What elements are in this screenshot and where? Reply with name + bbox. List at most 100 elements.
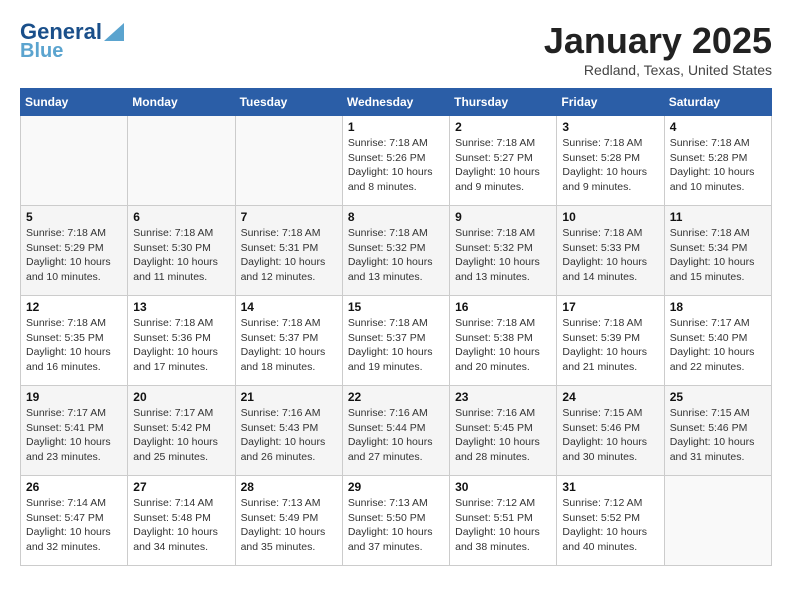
calendar-day-10: 10Sunrise: 7:18 AMSunset: 5:33 PMDayligh… (557, 206, 664, 296)
day-number: 25 (670, 390, 766, 404)
day-number: 3 (562, 120, 658, 134)
day-number: 20 (133, 390, 229, 404)
day-info: Sunrise: 7:18 AMSunset: 5:28 PMDaylight:… (670, 136, 766, 195)
calendar-day-30: 30 Sunrise: 7:12 AMSunset: 5:51 PMDayligh… (450, 476, 557, 566)
day-number: 24 (562, 390, 658, 404)
day-info: Sunrise: 7:18 AMSunset: 5:26 PMDaylight:… (348, 136, 444, 195)
day-info: Sunrise: 7:16 AMSunset: 5:45 PMDaylight:… (455, 406, 551, 465)
logo: General Blue (20, 20, 124, 62)
day-number: 30 (455, 480, 551, 494)
month-title: January 2025 (544, 20, 772, 62)
day-info: Sunrise: 7:16 AMSunset: 5:43 PMDaylight:… (241, 406, 337, 465)
empty-day-cell (21, 116, 128, 206)
calendar-day-5: 5 Sunrise: 7:18 AMSunset: 5:29 PMDaylight… (21, 206, 128, 296)
weekday-header-monday: Monday (128, 89, 235, 116)
calendar-week-row: 5 Sunrise: 7:18 AMSunset: 5:29 PMDaylight… (21, 206, 772, 296)
day-info: Sunrise: 7:18 AMSunset: 5:37 PMDaylight:… (241, 316, 337, 375)
calendar-week-row: 1Sunrise: 7:18 AMSunset: 5:26 PMDaylight… (21, 116, 772, 206)
calendar-week-row: 19Sunrise: 7:17 AMSunset: 5:41 PMDayligh… (21, 386, 772, 476)
day-info: Sunrise: 7:15 AMSunset: 5:46 PMDaylight:… (562, 406, 658, 465)
day-info: Sunrise: 7:18 AMSunset: 5:39 PMDaylight:… (562, 316, 658, 375)
day-number: 4 (670, 120, 766, 134)
day-number: 23 (455, 390, 551, 404)
day-info: Sunrise: 7:18 AMSunset: 5:37 PMDaylight:… (348, 316, 444, 375)
day-number: 14 (241, 300, 337, 314)
title-block: January 2025 Redland, Texas, United Stat… (544, 20, 772, 78)
day-info: Sunrise: 7:16 AMSunset: 5:44 PMDaylight:… (348, 406, 444, 465)
calendar-day-15: 15 Sunrise: 7:18 AMSunset: 5:37 PMDayligh… (342, 296, 449, 386)
day-number: 15 (348, 300, 444, 314)
day-info: Sunrise: 7:14 AMSunset: 5:47 PMDaylight:… (26, 496, 122, 555)
day-info: Sunrise: 7:18 AMSunset: 5:28 PMDaylight:… (562, 136, 658, 195)
page-header: General Blue January 2025 Redland, Texas… (20, 20, 772, 78)
day-number: 10 (562, 210, 658, 224)
logo-blue-text: Blue (20, 40, 63, 62)
calendar-day-7: 7 Sunrise: 7:18 AMSunset: 5:31 PMDaylight… (235, 206, 342, 296)
calendar-week-row: 26 Sunrise: 7:14 AMSunset: 5:47 PMDayligh… (21, 476, 772, 566)
empty-day-cell (235, 116, 342, 206)
day-info: Sunrise: 7:18 AMSunset: 5:38 PMDaylight:… (455, 316, 551, 375)
day-number: 31 (562, 480, 658, 494)
day-number: 5 (26, 210, 122, 224)
location: Redland, Texas, United States (544, 62, 772, 78)
day-number: 6 (133, 210, 229, 224)
day-number: 9 (455, 210, 551, 224)
day-info: Sunrise: 7:18 AMSunset: 5:32 PMDaylight:… (455, 226, 551, 285)
day-number: 16 (455, 300, 551, 314)
calendar-day-3: 3 Sunrise: 7:18 AMSunset: 5:28 PMDaylight… (557, 116, 664, 206)
calendar-day-24: 24 Sunrise: 7:15 AMSunset: 5:46 PMDayligh… (557, 386, 664, 476)
calendar-day-8: 8 Sunrise: 7:18 AMSunset: 5:32 PMDaylight… (342, 206, 449, 296)
day-info: Sunrise: 7:13 AMSunset: 5:50 PMDaylight:… (348, 496, 444, 555)
day-info: Sunrise: 7:18 AMSunset: 5:29 PMDaylight:… (26, 226, 122, 285)
day-number: 21 (241, 390, 337, 404)
calendar-day-14: 14 Sunrise: 7:18 AMSunset: 5:37 PMDayligh… (235, 296, 342, 386)
calendar-day-20: 20Sunrise: 7:17 AMSunset: 5:42 PMDayligh… (128, 386, 235, 476)
day-info: Sunrise: 7:15 AMSunset: 5:46 PMDaylight:… (670, 406, 766, 465)
day-number: 7 (241, 210, 337, 224)
day-number: 17 (562, 300, 658, 314)
calendar-day-21: 21 Sunrise: 7:16 AMSunset: 5:43 PMDayligh… (235, 386, 342, 476)
calendar-week-row: 12Sunrise: 7:18 AMSunset: 5:35 PMDayligh… (21, 296, 772, 386)
weekday-header-saturday: Saturday (664, 89, 771, 116)
day-number: 22 (348, 390, 444, 404)
calendar-day-9: 9 Sunrise: 7:18 AMSunset: 5:32 PMDaylight… (450, 206, 557, 296)
calendar-day-6: 6 Sunrise: 7:18 AMSunset: 5:30 PMDaylight… (128, 206, 235, 296)
calendar-day-17: 17 Sunrise: 7:18 AMSunset: 5:39 PMDayligh… (557, 296, 664, 386)
day-info: Sunrise: 7:13 AMSunset: 5:49 PMDaylight:… (241, 496, 337, 555)
calendar-day-26: 26 Sunrise: 7:14 AMSunset: 5:47 PMDayligh… (21, 476, 128, 566)
day-number: 12 (26, 300, 122, 314)
day-info: Sunrise: 7:18 AMSunset: 5:31 PMDaylight:… (241, 226, 337, 285)
weekday-header-thursday: Thursday (450, 89, 557, 116)
calendar-day-18: 18 Sunrise: 7:17 AMSunset: 5:40 PMDayligh… (664, 296, 771, 386)
calendar-day-16: 16 Sunrise: 7:18 AMSunset: 5:38 PMDayligh… (450, 296, 557, 386)
calendar-day-4: 4 Sunrise: 7:18 AMSunset: 5:28 PMDaylight… (664, 116, 771, 206)
day-number: 2 (455, 120, 551, 134)
day-info: Sunrise: 7:12 AMSunset: 5:52 PMDaylight:… (562, 496, 658, 555)
empty-day-cell (128, 116, 235, 206)
calendar-day-12: 12Sunrise: 7:18 AMSunset: 5:35 PMDayligh… (21, 296, 128, 386)
day-number: 28 (241, 480, 337, 494)
weekday-header-sunday: Sunday (21, 89, 128, 116)
weekday-header-wednesday: Wednesday (342, 89, 449, 116)
day-number: 18 (670, 300, 766, 314)
day-info: Sunrise: 7:18 AMSunset: 5:32 PMDaylight:… (348, 226, 444, 285)
day-info: Sunrise: 7:18 AMSunset: 5:36 PMDaylight:… (133, 316, 229, 375)
calendar-day-19: 19Sunrise: 7:17 AMSunset: 5:41 PMDayligh… (21, 386, 128, 476)
day-info: Sunrise: 7:12 AMSunset: 5:51 PMDaylight:… (455, 496, 551, 555)
calendar-day-29: 29Sunrise: 7:13 AMSunset: 5:50 PMDayligh… (342, 476, 449, 566)
logo-icon (104, 23, 124, 41)
calendar-day-23: 23 Sunrise: 7:16 AMSunset: 5:45 PMDayligh… (450, 386, 557, 476)
day-number: 11 (670, 210, 766, 224)
empty-day-cell (664, 476, 771, 566)
calendar-day-2: 2Sunrise: 7:18 AMSunset: 5:27 PMDaylight… (450, 116, 557, 206)
day-number: 26 (26, 480, 122, 494)
calendar-day-28: 28 Sunrise: 7:13 AMSunset: 5:49 PMDayligh… (235, 476, 342, 566)
day-info: Sunrise: 7:18 AMSunset: 5:30 PMDaylight:… (133, 226, 229, 285)
day-info: Sunrise: 7:17 AMSunset: 5:40 PMDaylight:… (670, 316, 766, 375)
day-number: 8 (348, 210, 444, 224)
calendar-day-13: 13Sunrise: 7:18 AMSunset: 5:36 PMDayligh… (128, 296, 235, 386)
calendar-day-22: 22 Sunrise: 7:16 AMSunset: 5:44 PMDayligh… (342, 386, 449, 476)
day-info: Sunrise: 7:17 AMSunset: 5:41 PMDaylight:… (26, 406, 122, 465)
weekday-header-row: SundayMondayTuesdayWednesdayThursdayFrid… (21, 89, 772, 116)
day-number: 27 (133, 480, 229, 494)
